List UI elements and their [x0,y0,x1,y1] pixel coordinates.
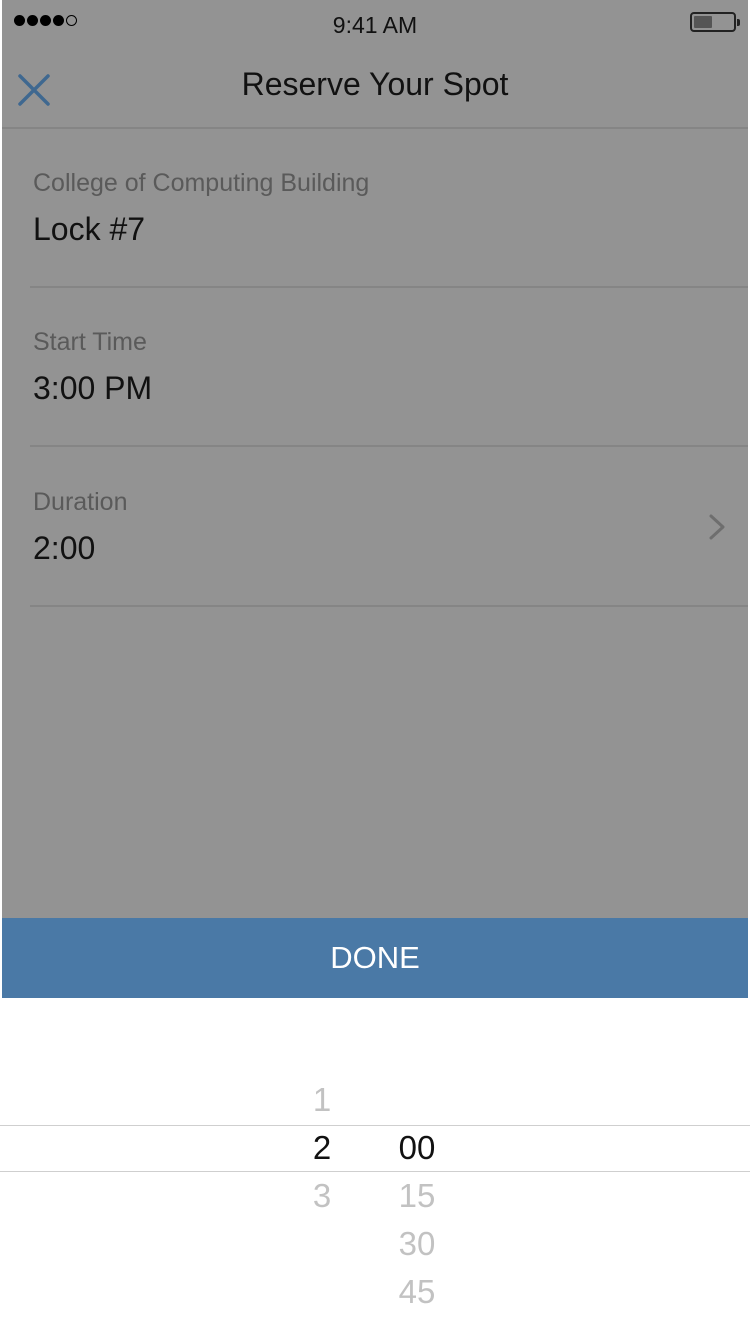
picker-minute-option[interactable]: 30 [387,1225,447,1263]
duration-row[interactable]: Duration 2:00 [30,448,748,607]
duration-value: 2:00 [33,530,96,566]
done-button[interactable]: DONE [2,918,748,998]
location-row[interactable]: College of Computing Building Lock #7 [30,129,748,288]
battery-icon [690,12,740,32]
start-time-value: 3:00 PM [33,370,153,406]
status-bar: 9:41 AM [0,0,750,50]
picker-selection-bottom-line [0,1171,750,1172]
picker-hour-selected[interactable]: 2 [292,1129,352,1167]
picker-selection-top-line [0,1125,750,1126]
picker-minute-option[interactable]: 15 [387,1177,447,1215]
navigation-bar: Reserve Your Spot [2,50,748,129]
duration-picker[interactable]: 1 2 3 00 15 30 45 [0,998,750,1334]
picker-hour-option[interactable]: 3 [292,1177,352,1215]
chevron-right-icon [709,514,725,540]
start-time-row[interactable]: Start Time 3:00 PM [30,288,748,447]
start-time-label: Start Time [33,328,147,356]
picker-minute-option[interactable]: 45 [387,1273,447,1311]
page-title: Reserve Your Spot [241,66,509,102]
status-time: 9:41 AM [332,12,418,38]
location-label: College of Computing Building [33,169,370,197]
picker-hour-option[interactable]: 1 [292,1081,352,1119]
location-value: Lock #7 [33,211,146,247]
picker-minute-selected[interactable]: 00 [387,1129,447,1167]
duration-label: Duration [33,488,128,516]
